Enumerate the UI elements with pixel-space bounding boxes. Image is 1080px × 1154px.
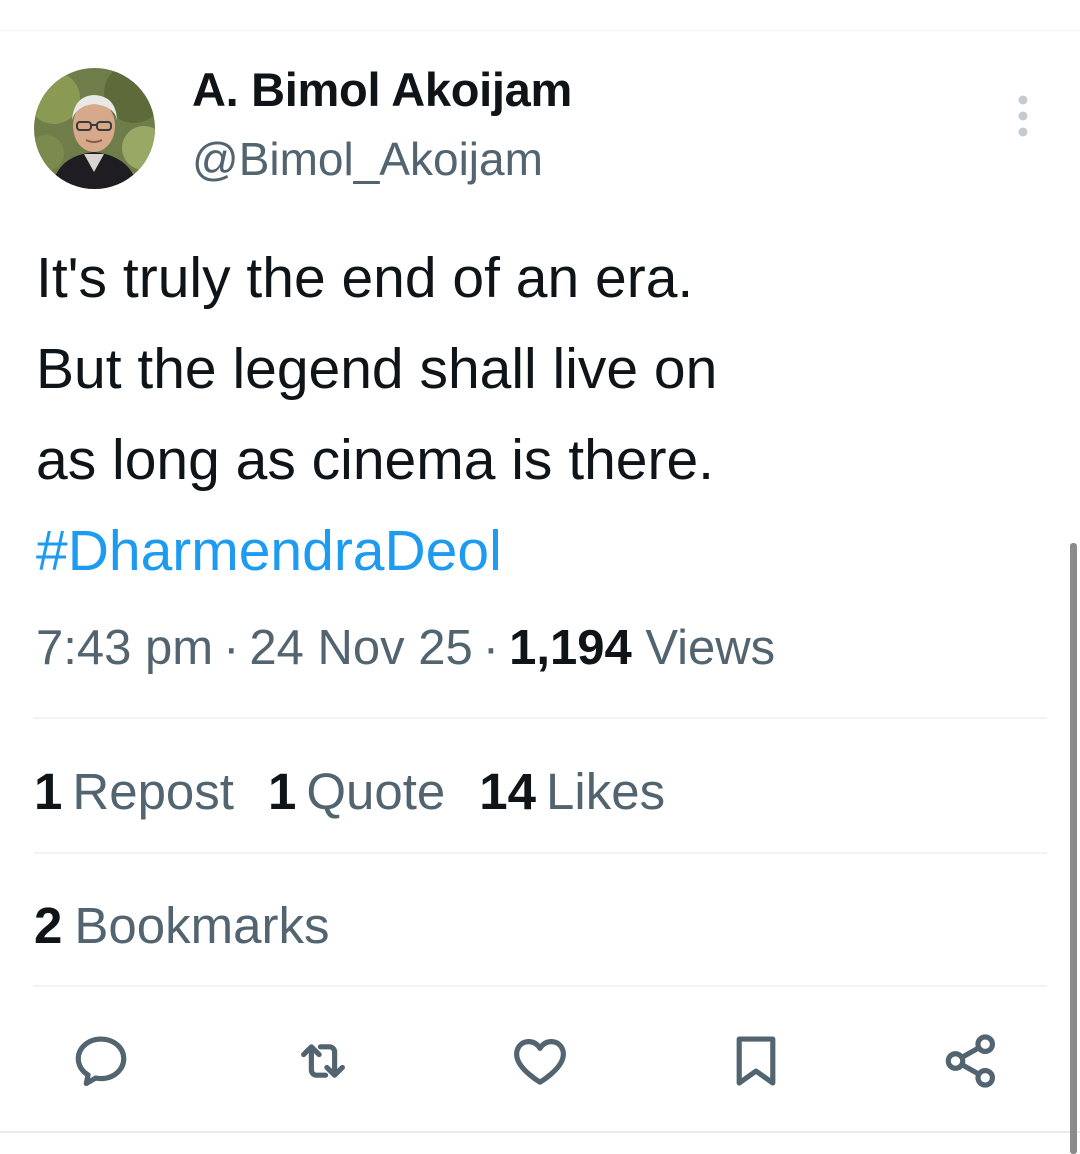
reply-icon bbox=[75, 1036, 127, 1087]
top-divider bbox=[0, 30, 1080, 31]
like-button[interactable] bbox=[509, 1030, 571, 1092]
likes-label: Likes bbox=[546, 763, 666, 820]
avatar[interactable] bbox=[34, 68, 155, 189]
engagement-stats: 1 Repost 1 Quote 14 Likes bbox=[34, 762, 699, 821]
meta-separator: · bbox=[482, 621, 500, 675]
repost-button[interactable] bbox=[292, 1030, 354, 1092]
tweet-text-line: It's truly the end of an era. bbox=[36, 246, 694, 310]
meta-separator: · bbox=[223, 621, 240, 675]
likes-stat[interactable]: 14 Likes bbox=[479, 762, 665, 821]
reposts-stat[interactable]: 1 Repost bbox=[34, 762, 234, 821]
tweet-time[interactable]: 7:43 pm bbox=[36, 621, 213, 675]
tweet-date[interactable]: 24 Nov 25 bbox=[249, 621, 472, 675]
reposts-count: 1 bbox=[34, 763, 63, 820]
repost-icon bbox=[301, 1044, 345, 1078]
views-count: 1,194 bbox=[509, 621, 632, 675]
quotes-stat[interactable]: 1 Quote bbox=[268, 762, 445, 821]
hashtag-link[interactable]: #DharmendraDeol bbox=[36, 506, 1036, 597]
likes-count: 14 bbox=[479, 763, 537, 820]
tweet-text-line: But the legend shall live on bbox=[36, 337, 718, 401]
reposts-label: Repost bbox=[72, 763, 234, 820]
more-vertical-icon bbox=[1018, 95, 1028, 137]
bottom-divider bbox=[0, 1131, 1080, 1133]
divider bbox=[34, 985, 1047, 987]
scrollbar[interactable] bbox=[1070, 543, 1077, 1154]
bookmark-button[interactable] bbox=[725, 1030, 787, 1092]
divider bbox=[34, 717, 1047, 719]
share-button[interactable] bbox=[940, 1030, 1002, 1092]
bookmarks-count: 2 bbox=[34, 897, 63, 954]
bookmarks-stat[interactable]: 2 Bookmarks bbox=[34, 896, 329, 955]
views-label: Views bbox=[645, 621, 776, 675]
bookmarks-label: Bookmarks bbox=[74, 897, 330, 954]
reply-button[interactable] bbox=[70, 1030, 132, 1092]
like-icon bbox=[514, 1039, 566, 1085]
tweet-meta: 7:43 pm · 24 Nov 25 · 1,194 Views bbox=[36, 620, 775, 676]
tweet-text: It's truly the end of an era. But the le… bbox=[36, 233, 1036, 597]
divider bbox=[34, 852, 1047, 854]
quotes-label: Quote bbox=[306, 763, 446, 820]
author-display-name[interactable]: A. Bimol Akoijam bbox=[192, 62, 572, 117]
bookmark-icon bbox=[736, 1036, 776, 1086]
quotes-count: 1 bbox=[267, 763, 297, 820]
more-options-button[interactable] bbox=[1004, 92, 1042, 142]
avatar-photo bbox=[34, 68, 155, 189]
tweet-text-line: as long as cinema is there. bbox=[36, 428, 715, 492]
author-handle[interactable]: @Bimol_Akoijam bbox=[192, 132, 543, 186]
share-icon bbox=[945, 1034, 996, 1088]
